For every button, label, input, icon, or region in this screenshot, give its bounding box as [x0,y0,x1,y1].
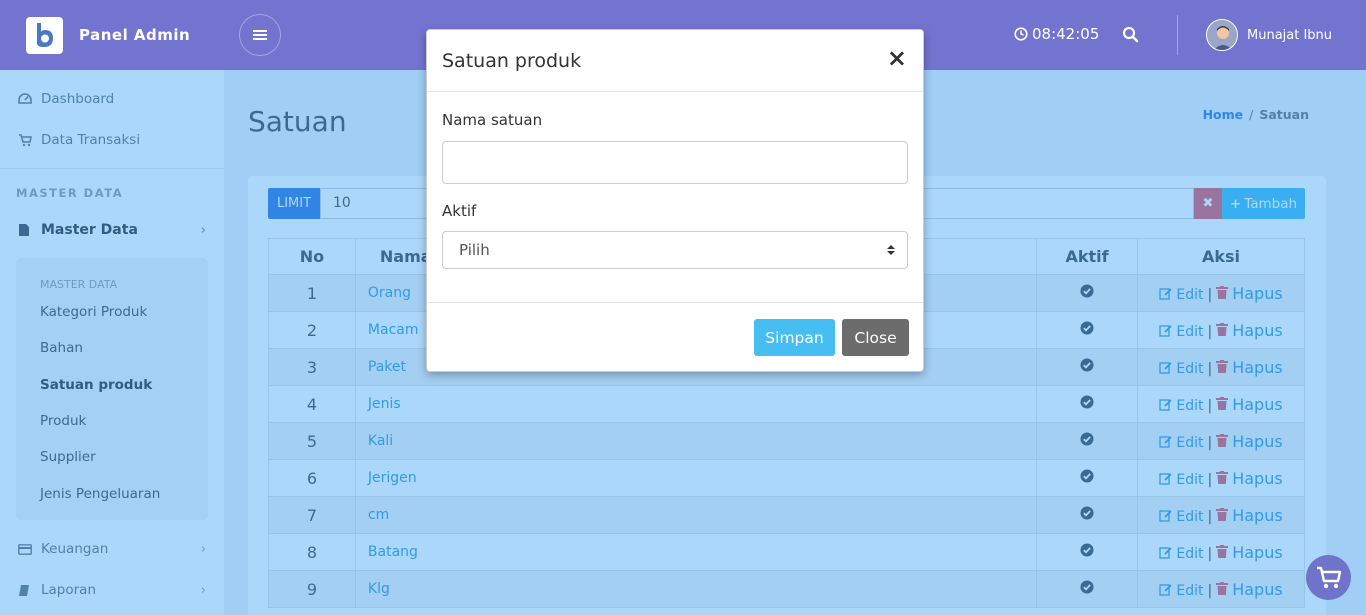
nama-satuan-input[interactable] [442,141,908,184]
brand-name: Panel Admin [79,26,191,44]
brand-overlay[interactable]: Panel Admin [0,0,224,70]
aktif-label: Aktif [442,202,477,220]
satuan-modal: Satuan produk × Nama satuan Aktif Pilih … [426,29,924,372]
search-icon [1122,26,1139,43]
clock: 08:42:05 [1014,25,1099,43]
avatar [1206,19,1238,51]
search-button[interactable] [1122,26,1139,47]
brand-logo-icon [26,16,63,54]
topbar-divider [1177,15,1178,55]
modal-close-icon[interactable]: × [887,46,907,70]
hamburger-icon [253,30,267,40]
aktif-select[interactable]: Pilih [442,231,908,269]
user-name: Munajat Ibnu [1247,27,1333,43]
select-arrows-icon [887,245,895,255]
name-label: Nama satuan [442,111,543,129]
modal-title: Satuan produk [442,50,582,72]
cart-icon [1316,566,1341,588]
user-menu[interactable]: Munajat Ibnu [1206,19,1332,51]
cart-button[interactable] [1306,555,1351,600]
clock-icon [1014,27,1028,41]
clock-time: 08:42:05 [1032,25,1100,43]
save-button[interactable]: Simpan [754,319,835,356]
close-button[interactable]: Close [842,319,909,356]
aktif-select-value: Pilih [459,241,490,259]
modal-header: Satuan produk × [427,30,923,92]
menu-toggle-button[interactable] [239,14,281,56]
